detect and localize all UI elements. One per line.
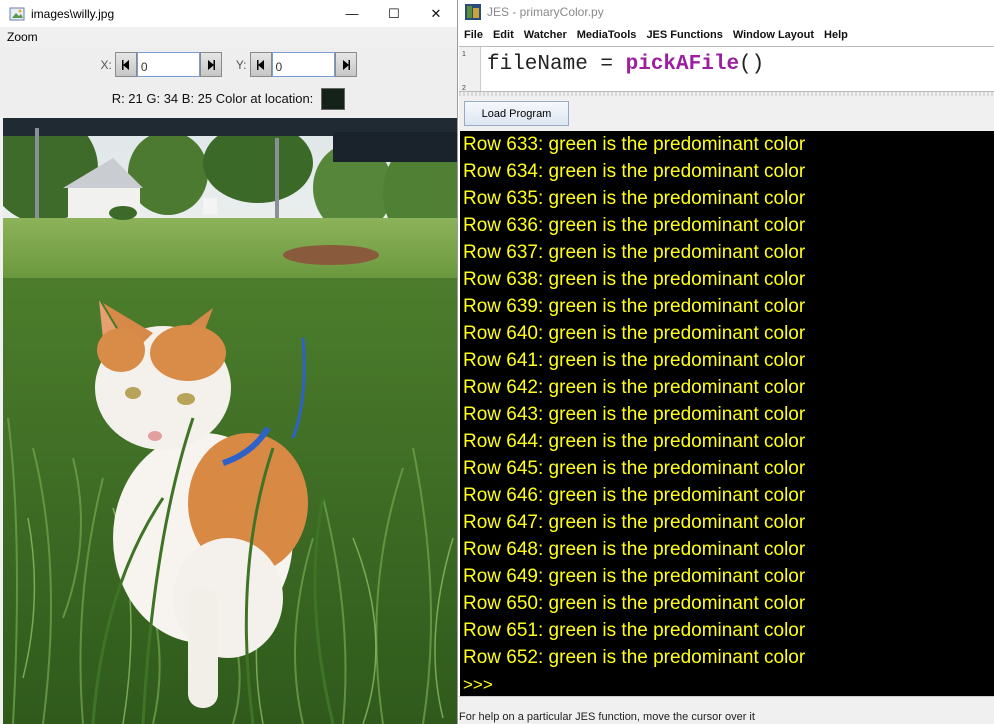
- console-prompt[interactable]: >>>: [463, 671, 994, 696]
- color-info-text: R: 21 G: 34 B: 25 Color at location:: [111, 91, 314, 106]
- x-label: X:: [100, 57, 112, 72]
- x-increment-button[interactable]: [199, 52, 222, 77]
- menu-jes-functions[interactable]: JES Functions: [646, 29, 722, 41]
- code-editor[interactable]: 1 2 fileName = pickAFile(): [459, 46, 994, 92]
- console-line: Row 645: green is the predominant color: [463, 458, 806, 479]
- code-parens: (): [739, 53, 765, 76]
- viewer-menubar: Zoom: [0, 27, 457, 47]
- code-function: pickAFile: [625, 53, 740, 76]
- console-output: Row 633: green is the predominant color R…: [463, 131, 994, 671]
- console-line: Row 648: green is the predominant color: [463, 539, 806, 560]
- jes-title-bar: JES - primaryColor.py: [459, 0, 994, 24]
- console-line: Row 650: green is the predominant color: [463, 593, 806, 614]
- x-coordinate-input[interactable]: [136, 52, 200, 77]
- minimize-button[interactable]: —: [331, 0, 373, 27]
- menu-edit[interactable]: Edit: [493, 29, 514, 41]
- console-line: Row 635: green is the predominant color: [463, 188, 806, 209]
- console-line: Row 637: green is the predominant color: [463, 242, 806, 263]
- console-line: Row 641: green is the predominant color: [463, 350, 806, 371]
- line-number: 1: [462, 51, 466, 58]
- console-line: Row 652: green is the predominant color: [463, 647, 806, 668]
- menu-mediatools[interactable]: MediaTools: [577, 29, 637, 41]
- console-line: Row 651: green is the predominant color: [463, 620, 806, 641]
- line-number: 2: [462, 85, 466, 92]
- console-line: Row 644: green is the predominant color: [463, 431, 806, 452]
- x-coordinate-group: X:: [100, 52, 222, 77]
- console-line: Row 638: green is the predominant color: [463, 269, 806, 290]
- y-label: Y:: [235, 57, 247, 72]
- x-decrement-button[interactable]: [114, 52, 137, 77]
- status-text: For help on a particular JES function, m…: [459, 711, 755, 723]
- right-arrow-icon: [342, 59, 350, 70]
- code-variable: fileName =: [487, 53, 626, 76]
- console-line: Row 642: green is the predominant color: [463, 377, 806, 398]
- load-program-button[interactable]: Load Program: [464, 101, 569, 126]
- code-line-1[interactable]: fileName = pickAFile(): [481, 47, 764, 91]
- y-decrement-button[interactable]: [249, 52, 272, 77]
- maximize-button[interactable]: ☐: [373, 0, 415, 27]
- console-line: Row 649: green is the predominant color: [463, 566, 806, 587]
- menu-zoom[interactable]: Zoom: [7, 30, 38, 44]
- image-viewer-window: images\willy.jpg — ☐ ✕ Zoom X: Y:: [0, 0, 458, 724]
- coordinate-controls: X: Y:: [0, 47, 457, 82]
- color-swatch: [321, 87, 346, 110]
- close-button[interactable]: ✕: [415, 0, 457, 27]
- jes-app-icon: [465, 4, 481, 20]
- jes-title: JES - primaryColor.py: [487, 5, 604, 19]
- menu-watcher[interactable]: Watcher: [524, 29, 567, 41]
- load-button-row: Load Program: [459, 96, 994, 131]
- menu-window-layout[interactable]: Window Layout: [733, 29, 814, 41]
- console-line: Row 634: green is the predominant color: [463, 161, 806, 182]
- console-line: Row 640: green is the predominant color: [463, 323, 806, 344]
- left-arrow-icon: [121, 59, 129, 70]
- photo-canvas[interactable]: [3, 118, 457, 724]
- viewer-title: images\willy.jpg: [31, 6, 115, 21]
- console-line: Row 646: green is the predominant color: [463, 485, 806, 506]
- console-line: Row 643: green is the predominant color: [463, 404, 806, 425]
- left-arrow-icon: [256, 59, 264, 70]
- color-info-row: R: 21 G: 34 B: 25 Color at location:: [0, 82, 457, 115]
- y-increment-button[interactable]: [334, 52, 357, 77]
- viewer-title-bar: images\willy.jpg — ☐ ✕: [0, 0, 457, 27]
- y-coordinate-group: Y:: [236, 52, 357, 77]
- y-coordinate-input[interactable]: [271, 52, 335, 77]
- jes-menubar: File Edit Watcher MediaTools JES Functio…: [459, 24, 994, 46]
- menu-file[interactable]: File: [464, 29, 483, 41]
- menu-help[interactable]: Help: [824, 29, 848, 41]
- cat-in-grass-photo: [3, 118, 457, 724]
- right-arrow-icon: [207, 59, 215, 70]
- status-bar: For help on a particular JES function, m…: [459, 696, 994, 724]
- java-image-icon: [9, 6, 25, 22]
- command-console[interactable]: Row 633: green is the predominant color R…: [460, 131, 994, 696]
- console-line: Row 636: green is the predominant color: [463, 215, 806, 236]
- line-number-gutter: 1 2: [459, 47, 481, 91]
- console-line: Row 647: green is the predominant color: [463, 512, 806, 533]
- console-line: Row 639: green is the predominant color: [463, 296, 806, 317]
- console-line: Row 633: green is the predominant color: [463, 134, 806, 155]
- jes-window: JES - primaryColor.py File Edit Watcher …: [459, 0, 994, 724]
